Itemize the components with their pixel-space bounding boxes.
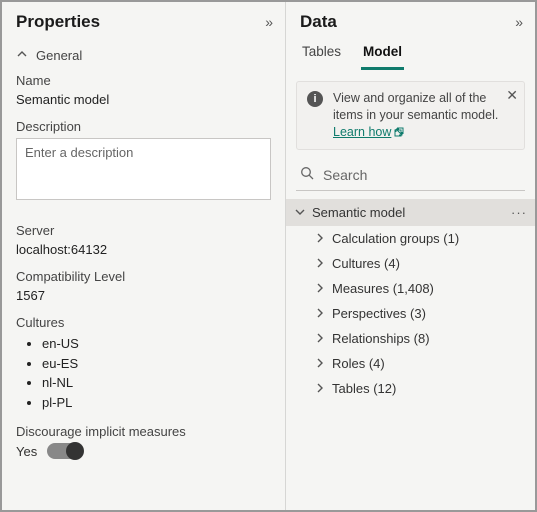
chevron-up-icon: [16, 48, 28, 63]
tree-item[interactable]: Calculation groups (1): [286, 226, 535, 251]
data-tabs: Tables Model: [286, 38, 535, 71]
general-section-header[interactable]: General: [16, 42, 271, 73]
discourage-value: Yes: [16, 444, 37, 459]
tree-item-label: Calculation groups (1): [332, 231, 459, 246]
compat-value: 1567: [16, 288, 271, 303]
tree-item-label: Tables (12): [332, 381, 396, 396]
tree-item-label: Roles (4): [332, 356, 385, 371]
collapse-data-button[interactable]: »: [515, 14, 521, 30]
server-value: localhost:64132: [16, 242, 271, 257]
compat-label: Compatibility Level: [16, 269, 271, 284]
tree-item[interactable]: Roles (4): [286, 351, 535, 376]
chevron-right-icon: [314, 357, 326, 369]
data-title: Data: [300, 12, 337, 32]
list-item: en-US: [42, 334, 271, 354]
list-item: pl-PL: [42, 393, 271, 413]
close-info-button[interactable]: ✕: [506, 88, 518, 102]
chevron-right-icon: [314, 332, 326, 344]
search-box[interactable]: [296, 162, 525, 191]
collapse-properties-button[interactable]: »: [265, 14, 271, 30]
data-panel: Data » Tables Model i View and organize …: [286, 2, 535, 510]
tab-model[interactable]: Model: [361, 38, 404, 70]
tree-item-label: Measures (1,408): [332, 281, 434, 296]
chevron-right-icon: [314, 232, 326, 244]
tab-tables[interactable]: Tables: [300, 38, 343, 70]
description-label: Description: [16, 119, 271, 134]
tree-root-label: Semantic model: [312, 205, 405, 220]
more-options-button[interactable]: ···: [511, 205, 527, 220]
chevron-right-icon: [314, 382, 326, 394]
tree-children: Calculation groups (1) Cultures (4) Measur…: [286, 226, 535, 401]
info-banner: i View and organize all of the items in …: [296, 81, 525, 150]
tree-item-label: Cultures (4): [332, 256, 400, 271]
tree-root[interactable]: Semantic model ···: [286, 199, 535, 226]
tree-item-label: Perspectives (3): [332, 306, 426, 321]
tree-item[interactable]: Measures (1,408): [286, 276, 535, 301]
tree-item[interactable]: Cultures (4): [286, 251, 535, 276]
info-icon: i: [307, 91, 323, 107]
search-icon: [300, 166, 315, 184]
discourage-label: Discourage implicit measures: [16, 424, 271, 439]
info-message: View and organize all of the items in yo…: [333, 91, 498, 122]
learn-how-link[interactable]: Learn how: [333, 124, 404, 141]
discourage-toggle[interactable]: [47, 443, 83, 459]
chevron-right-icon: [314, 257, 326, 269]
info-text: View and organize all of the items in yo…: [333, 90, 516, 141]
search-input[interactable]: [323, 167, 523, 183]
properties-title: Properties: [16, 12, 100, 32]
chevron-right-icon: [314, 307, 326, 319]
list-item: eu-ES: [42, 354, 271, 374]
learn-how-label: Learn how: [333, 124, 391, 141]
chevron-right-icon: [314, 282, 326, 294]
tree-item-label: Relationships (8): [332, 331, 430, 346]
description-input[interactable]: [16, 138, 271, 200]
external-link-icon: [394, 127, 404, 137]
tree-item[interactable]: Perspectives (3): [286, 301, 535, 326]
tree-item[interactable]: Relationships (8): [286, 326, 535, 351]
name-label: Name: [16, 73, 271, 88]
general-section-label: General: [36, 48, 82, 63]
cultures-list: en-US eu-ES nl-NL pl-PL: [16, 334, 271, 412]
cultures-label: Cultures: [16, 315, 271, 330]
chevron-down-icon: [294, 206, 306, 218]
properties-panel: Properties » General Name Semantic model…: [2, 2, 286, 510]
list-item: nl-NL: [42, 373, 271, 393]
tree-item[interactable]: Tables (12): [286, 376, 535, 401]
server-label: Server: [16, 223, 271, 238]
name-value: Semantic model: [16, 92, 271, 107]
